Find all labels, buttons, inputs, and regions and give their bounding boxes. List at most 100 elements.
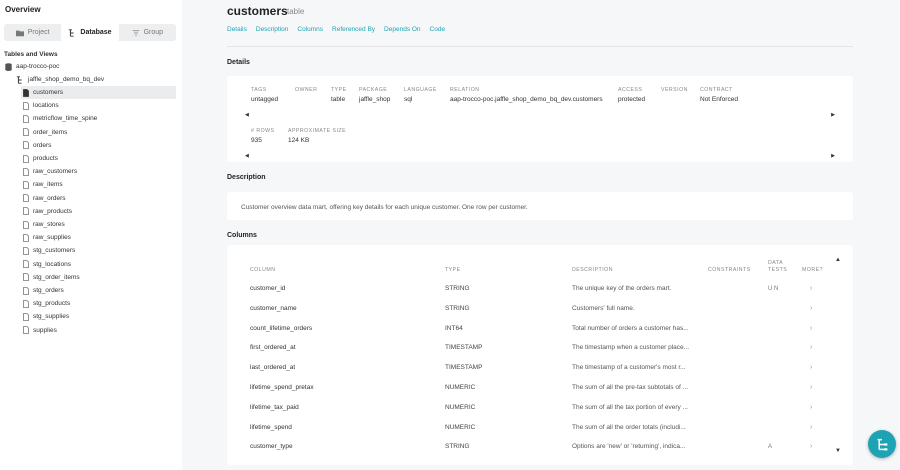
file-icon	[23, 273, 29, 282]
sidebar-item-customers[interactable]: customers	[21, 86, 176, 99]
sidebar-item-label: raw_items	[33, 181, 63, 189]
scroll-left-icon[interactable]: ◀	[245, 153, 249, 159]
details-scrollbar-1[interactable]: ◀ ▶	[245, 112, 835, 118]
nav-columns[interactable]: Columns	[297, 26, 323, 33]
tab-project[interactable]: Project	[4, 24, 61, 41]
chevron-right-icon[interactable]: ›	[810, 398, 812, 418]
nav-code[interactable]: Code	[430, 26, 446, 33]
table-row[interactable]: customer_name STRING Customers' full name.…	[227, 299, 853, 319]
table-row[interactable]: count_lifetime_orders INT64 Total number o…	[227, 319, 853, 339]
sidebar-item-metricflow_time_spine[interactable]: metricflow_time_spine	[21, 112, 97, 125]
scroll-up-icon[interactable]: ▲	[835, 257, 841, 263]
file-icon	[23, 326, 29, 334]
file-icon	[23, 233, 29, 242]
chevron-right-icon[interactable]: ›	[810, 358, 812, 378]
sidebar-item-label: customers	[33, 89, 63, 96]
column-name: first_ordered_at	[250, 344, 296, 352]
sidebar-tabs: Project Database Group	[4, 24, 176, 41]
chevron-right-icon[interactable]: ›	[810, 299, 812, 319]
table-row[interactable]: customer_id STRING The unique key of the o…	[227, 279, 853, 299]
table-row[interactable]: customer_type STRING Options are 'new' or …	[227, 437, 853, 457]
file-icon	[23, 114, 29, 123]
sidebar-item-locations[interactable]: locations	[21, 99, 59, 112]
relation-value: aap-trocco-poc.jaffle_shop_demo_bq_dev.c…	[450, 96, 603, 103]
details-heading: Details	[227, 59, 250, 66]
scroll-left-icon[interactable]: ◀	[245, 112, 249, 118]
tab-group[interactable]: Group	[119, 24, 176, 41]
col-header-description[interactable]: DESCRIPTION	[572, 267, 613, 273]
lineage-fab-button[interactable]	[868, 430, 896, 458]
scroll-right-icon[interactable]: ▶	[831, 153, 835, 159]
chevron-right-icon[interactable]: ›	[810, 418, 812, 438]
description-card: Customer overview data mart, offering ke…	[227, 192, 853, 220]
description-text: Customer overview data mart, offering ke…	[241, 204, 528, 211]
nav-details[interactable]: Details	[227, 26, 247, 33]
sidebar-item-stg_order_items[interactable]: stg_order_items	[21, 271, 80, 284]
table-row[interactable]: lifetime_spend_pretax NUMERIC The sum of a…	[227, 378, 853, 398]
sidebar-item-stg_products[interactable]: stg_products	[21, 297, 70, 310]
sidebar: Overview Project Database Group Tables a…	[0, 0, 182, 470]
col-header-type[interactable]: TYPE	[445, 267, 461, 273]
column-description: Customers' full name.	[572, 304, 635, 312]
sidebar-item-raw_items[interactable]: raw_items	[21, 178, 63, 191]
sidebar-item-supplies[interactable]: supplies	[21, 324, 57, 337]
chevron-right-icon[interactable]: ›	[810, 319, 812, 339]
sidebar-item-products[interactable]: products	[21, 152, 58, 165]
details-card: TAGS untagged OWNER TYPE table PACKAGE j…	[227, 76, 853, 162]
nav-description[interactable]: Description	[256, 26, 289, 33]
table-row[interactable]: lifetime_spend NUMERIC The sum of all the …	[227, 418, 853, 438]
chevron-right-icon[interactable]: ›	[810, 279, 812, 299]
sidebar-item-label: order_items	[33, 128, 68, 136]
sidebar-item-stg_supplies[interactable]: stg_supplies	[21, 310, 69, 323]
table-row[interactable]: first_ordered_at TIMESTAMP The timestamp w…	[227, 338, 853, 358]
table-row[interactable]: lifetime_tax_paid NUMERIC The sum of all t…	[227, 398, 853, 418]
chevron-right-icon[interactable]: ›	[810, 338, 812, 358]
details-scrollbar-2[interactable]: ◀ ▶	[245, 153, 835, 159]
sidebar-item-stg_orders[interactable]: stg_orders	[21, 284, 64, 297]
sidebar-item-raw_products[interactable]: raw_products	[21, 205, 72, 218]
chevron-right-icon[interactable]: ›	[810, 378, 812, 398]
sidebar-item-raw_stores[interactable]: raw_stores	[21, 218, 65, 231]
col-header-more[interactable]: MORE?	[802, 267, 823, 273]
table-row[interactable]: last_ordered_at TIMESTAMP The timestamp of…	[227, 358, 853, 378]
sidebar-item-raw_orders[interactable]: raw_orders	[21, 192, 66, 205]
file-icon	[23, 207, 29, 216]
overview-link[interactable]: Overview	[5, 5, 41, 14]
sidebar-item-stg_locations[interactable]: stg_locations	[21, 258, 71, 271]
sidebar-item-label: stg_orders	[33, 287, 64, 294]
file-icon	[23, 88, 29, 97]
tab-database[interactable]: Database	[61, 24, 119, 41]
schema-node[interactable]: jaffle_shop_demo_bq_dev	[16, 73, 104, 86]
sidebar-item-stg_customers[interactable]: stg_customers	[21, 244, 75, 257]
filter-icon	[132, 29, 139, 36]
sidebar-item-label: locations	[33, 102, 59, 110]
sidebar-item-order_items[interactable]: order_items	[21, 126, 67, 139]
file-icon	[23, 194, 29, 202]
nav-referenced-by[interactable]: Referenced By	[332, 26, 375, 33]
col-header-column[interactable]: COLUMN	[250, 267, 275, 273]
column-type: NUMERIC	[445, 423, 476, 431]
sidebar-item-raw_customers[interactable]: raw_customers	[21, 165, 77, 178]
column-type: STRING	[445, 304, 470, 312]
col-header-constraints[interactable]: CONSTRAINTS	[708, 267, 751, 273]
sidebar-item-raw_supplies[interactable]: raw_supplies	[21, 231, 71, 244]
sidebar-item-orders[interactable]: orders	[21, 139, 51, 152]
tags-value: untagged	[251, 96, 279, 103]
file-icon	[23, 180, 29, 189]
section-nav: Details Description Columns Referenced B…	[227, 26, 445, 33]
column-name: customer_type	[250, 443, 293, 451]
scroll-right-icon[interactable]: ▶	[831, 112, 835, 118]
project-node[interactable]: aap-trocco-poc	[5, 60, 59, 73]
column-type: NUMERIC	[445, 403, 476, 411]
chevron-right-icon[interactable]: ›	[810, 437, 812, 457]
column-description: The unique key of the orders mart.	[572, 285, 672, 292]
column-name: lifetime_spend_pretax	[250, 384, 314, 391]
col-header-data[interactable]: DATA	[768, 260, 783, 266]
columns-card: COLUMN TYPE DESCRIPTION CONSTRAINTS DATA…	[227, 245, 853, 465]
tables-views-heading: Tables and Views	[4, 51, 58, 58]
file-icon	[23, 312, 29, 321]
column-type: STRING	[445, 285, 470, 292]
col-header-tests[interactable]: TESTS	[768, 267, 787, 273]
nav-depends-on[interactable]: Depends On	[384, 26, 421, 33]
file-icon	[23, 299, 29, 308]
